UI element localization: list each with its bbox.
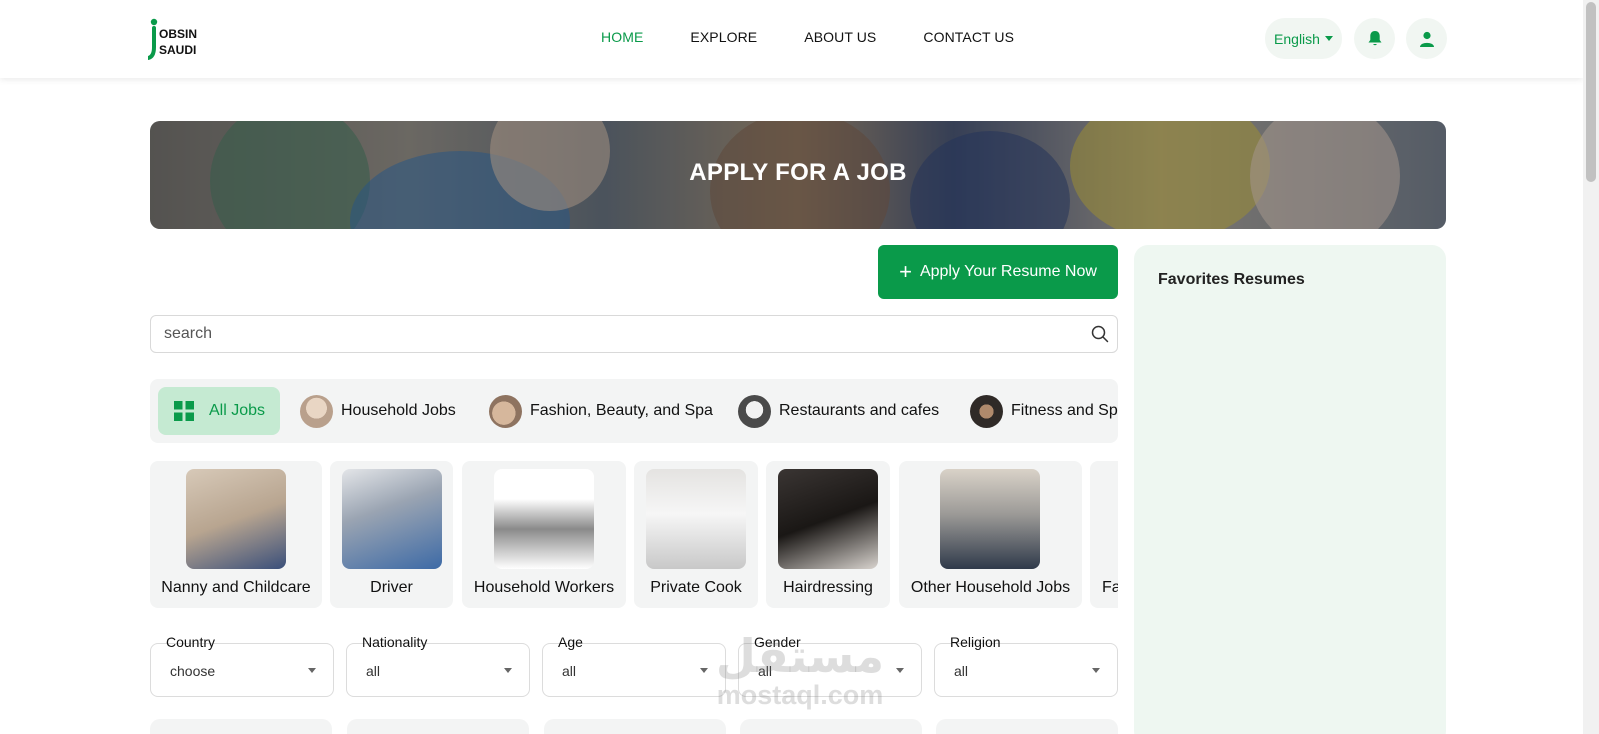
nanny-image [186,469,286,569]
result-card[interactable] [544,719,726,734]
plus-icon: + [899,259,912,284]
restaurants-avatar [738,394,771,428]
search-input[interactable] [151,316,1051,352]
watermark-latin: mostaql.com [716,680,884,710]
profile-button[interactable] [1406,18,1447,59]
hairdressing-image [778,469,878,569]
tab-household-jobs[interactable]: Household Jobs [300,387,456,435]
result-card[interactable] [936,719,1118,734]
household-jobs-avatar [300,394,333,428]
logo-line1: OBSIN [159,27,197,41]
search-icon[interactable] [1091,325,1109,343]
hero-title: APPLY FOR A JOB [689,159,907,186]
bell-icon [1368,31,1381,46]
scrollbar-thumb[interactable] [1586,2,1596,182]
language-select[interactable]: English [1265,18,1342,59]
favorites-panel: Favorites Resumes [1134,245,1446,734]
site-logo[interactable]: OBSIN SAUDI [148,17,218,61]
subcategory-label: Driver [370,579,413,596]
driver-image [342,469,442,569]
nav-contact-us[interactable]: CONTACT US [923,29,1014,45]
subcategory-card-hairdressing[interactable]: Hairdressing [766,461,890,608]
filter-value: all [562,663,577,679]
result-card[interactable] [150,719,332,734]
tab-fashion-beauty-spa[interactable]: Fashion, Beauty, and Spa [489,387,713,435]
subcategory-label: Nanny and Childcare [161,579,311,596]
chevron-down-icon [1324,36,1333,41]
other-household-image [940,469,1040,569]
result-card[interactable] [740,719,922,734]
household-workers-image [494,469,594,569]
tab-label: Restaurants and cafes [779,402,940,419]
filter-label: Country [166,634,216,650]
top-header: OBSIN SAUDI HOME EXPLORE ABOUT US CONTAC… [0,0,1583,78]
filter-value: all [954,663,969,679]
chevron-down-icon [1092,668,1100,673]
tab-fitness-sports[interactable]: Fitness and Sports [970,387,1118,435]
subcategory-label: Private Cook [650,579,742,596]
filter-label: Nationality [362,634,428,650]
watermark: مستقل mostaql.com [700,632,900,722]
subcategory-cards: Nanny and Childcare Driver Household Wor… [150,461,1118,609]
fashion-avatar [489,394,522,428]
notifications-button[interactable] [1354,18,1395,59]
filter-value: choose [170,663,216,679]
subcategory-card-private-cook[interactable]: Private Cook [634,461,758,608]
user-icon [1419,31,1434,47]
logo-line2: SAUDI [159,43,196,57]
category-tabs: All Jobs Household Jobs Fashion, Beauty,… [150,379,1118,443]
subcategory-label: Other Household Jobs [910,579,1071,596]
nav-home[interactable]: HOME [601,29,643,45]
tab-restaurants-cafes[interactable]: Restaurants and cafes [738,387,939,435]
subcategory-label: Fa [1102,579,1118,596]
nav-about-us[interactable]: ABOUT US [804,29,876,45]
chevron-down-icon [504,668,512,673]
private-cook-image [646,469,746,569]
page-scrollbar[interactable] [1583,0,1599,734]
filter-label: Age [558,634,583,650]
chevron-down-icon [308,668,316,673]
grid-icon [174,401,194,421]
subcategory-card-partial[interactable]: Fa [1090,461,1118,608]
main-nav: HOME EXPLORE ABOUT US CONTACT US [601,29,1061,45]
language-label: English [1274,30,1320,47]
apply-resume-label: Apply Your Resume Now [919,263,1097,280]
tab-label: Fitness and Sports [1011,402,1118,419]
subcategory-card-household-workers[interactable]: Household Workers [462,461,626,608]
nav-explore[interactable]: EXPLORE [690,29,757,45]
favorites-title: Favorites Resumes [1158,271,1305,288]
watermark-arabic: مستقل [715,629,885,683]
apply-resume-button[interactable]: + Apply Your Resume Now [878,245,1118,299]
search-bar [150,315,1118,353]
subcategory-card-other-household[interactable]: Other Household Jobs [899,461,1082,608]
tab-label: Fashion, Beauty, and Spa [530,402,713,419]
tab-label: All Jobs [209,402,266,419]
subcategory-card-nanny[interactable]: Nanny and Childcare [150,461,322,608]
tab-label: Household Jobs [341,402,456,419]
filter-value: all [366,663,381,679]
fitness-avatar [970,394,1003,428]
filter-label: Religion [950,634,1001,650]
subcategory-label: Household Workers [473,579,615,596]
tab-all-jobs[interactable]: All Jobs [158,387,280,435]
subcategory-label: Hairdressing [783,579,873,596]
subcategory-card-driver[interactable]: Driver [330,461,453,608]
hero-banner: APPLY FOR A JOB [150,121,1446,229]
result-card[interactable] [347,719,529,734]
